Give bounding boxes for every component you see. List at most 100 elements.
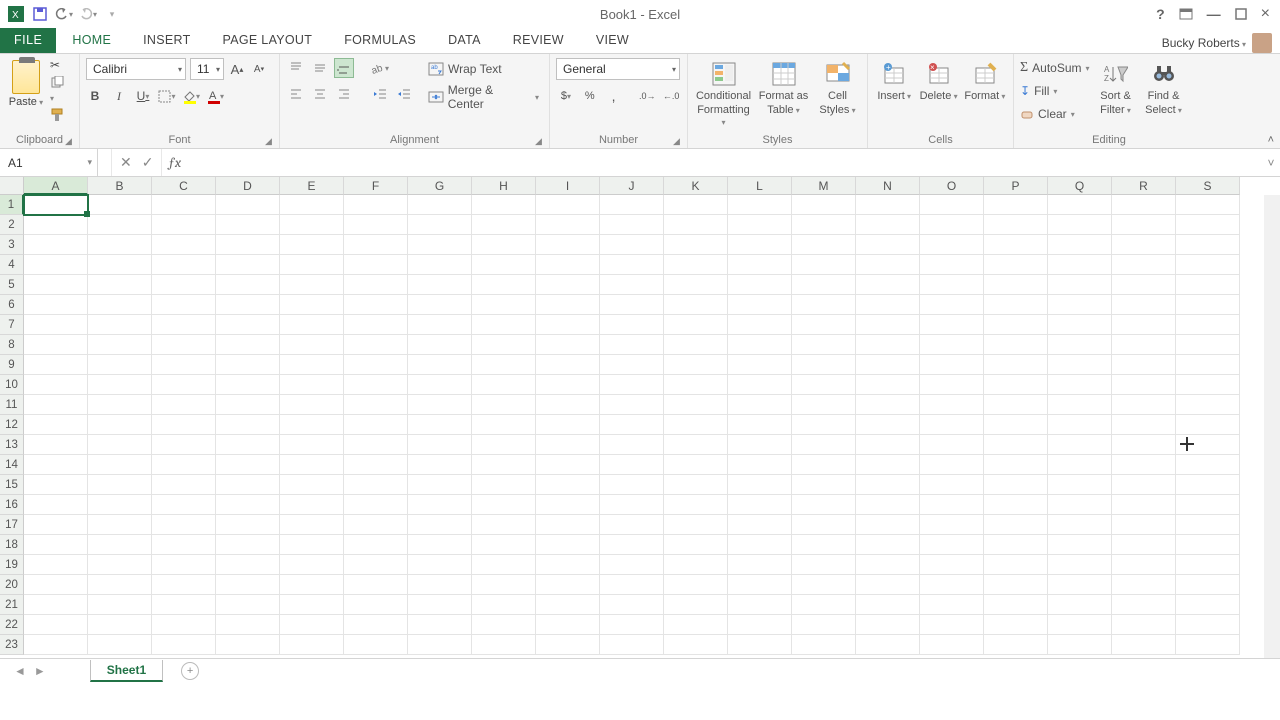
cell[interactable] [600, 315, 664, 335]
cell[interactable] [664, 635, 728, 655]
cell[interactable] [472, 535, 536, 555]
cell[interactable] [88, 635, 152, 655]
cell[interactable] [792, 495, 856, 515]
maximize-button[interactable] [1235, 8, 1247, 20]
cell[interactable] [792, 455, 856, 475]
cell[interactable] [280, 355, 344, 375]
cell[interactable] [792, 355, 856, 375]
percent-format-icon[interactable]: % [580, 86, 600, 106]
cell[interactable] [920, 255, 984, 275]
cell[interactable] [1048, 415, 1112, 435]
cell[interactable] [600, 575, 664, 595]
format-cells-button[interactable]: Format [963, 58, 1007, 102]
cell[interactable] [536, 375, 600, 395]
cell[interactable] [152, 295, 216, 315]
cell[interactable] [920, 515, 984, 535]
tab-formulas[interactable]: FORMULAS [328, 27, 432, 53]
row-header[interactable]: 4 [0, 255, 24, 275]
cell[interactable] [728, 235, 792, 255]
cell[interactable] [792, 315, 856, 335]
cell[interactable] [152, 475, 216, 495]
cell[interactable] [280, 235, 344, 255]
cell[interactable] [280, 595, 344, 615]
insert-cells-button[interactable]: + Insert [874, 58, 914, 102]
cell[interactable] [1048, 215, 1112, 235]
cell[interactable] [472, 315, 536, 335]
cell[interactable] [920, 475, 984, 495]
cell[interactable] [216, 475, 280, 495]
cell[interactable] [472, 635, 536, 655]
bold-button[interactable]: B [86, 86, 104, 106]
cell[interactable] [1112, 615, 1176, 635]
cell[interactable] [1048, 615, 1112, 635]
cell[interactable] [88, 455, 152, 475]
cell[interactable] [984, 635, 1048, 655]
cell[interactable] [216, 295, 280, 315]
cell[interactable] [856, 615, 920, 635]
cell[interactable] [728, 355, 792, 375]
cell[interactable] [1176, 395, 1240, 415]
col-header[interactable]: I [536, 177, 600, 195]
cell[interactable] [152, 495, 216, 515]
cell[interactable] [280, 555, 344, 575]
redo-button[interactable] [78, 4, 98, 24]
cell[interactable] [344, 435, 408, 455]
file-tab[interactable]: FILE [0, 27, 56, 53]
cell[interactable] [344, 395, 408, 415]
cell[interactable] [792, 555, 856, 575]
increase-font-icon[interactable]: A▴ [228, 59, 246, 79]
cell[interactable] [152, 395, 216, 415]
col-header[interactable]: P [984, 177, 1048, 195]
cell[interactable] [152, 515, 216, 535]
cell[interactable] [856, 535, 920, 555]
cell[interactable] [472, 195, 536, 215]
cell[interactable] [152, 635, 216, 655]
cell[interactable] [984, 555, 1048, 575]
tab-insert[interactable]: INSERT [127, 27, 206, 53]
cell[interactable] [1048, 355, 1112, 375]
font-color-button[interactable]: A [206, 86, 224, 106]
cell[interactable] [152, 315, 216, 335]
cell[interactable] [728, 195, 792, 215]
cell[interactable] [1176, 435, 1240, 455]
cell[interactable] [728, 475, 792, 495]
cell[interactable] [216, 535, 280, 555]
cell[interactable] [1112, 275, 1176, 295]
cell[interactable] [472, 235, 536, 255]
cell[interactable] [728, 535, 792, 555]
cell[interactable] [1112, 415, 1176, 435]
col-header[interactable]: A [24, 177, 88, 195]
cell[interactable] [1176, 235, 1240, 255]
cell[interactable] [1048, 635, 1112, 655]
cell[interactable] [664, 235, 728, 255]
cell[interactable] [536, 335, 600, 355]
cell[interactable] [600, 555, 664, 575]
orientation-icon[interactable]: ab [370, 58, 390, 78]
sort-filter-button[interactable]: AZ Sort & Filter [1094, 58, 1138, 116]
cell[interactable] [24, 375, 88, 395]
comma-format-icon[interactable]: , [604, 86, 624, 106]
cell[interactable] [88, 415, 152, 435]
cell[interactable] [1176, 475, 1240, 495]
cell[interactable] [88, 195, 152, 215]
cell[interactable] [792, 295, 856, 315]
cell[interactable] [24, 275, 88, 295]
cell[interactable] [600, 535, 664, 555]
number-dialog-launcher[interactable]: ◢ [673, 136, 683, 146]
fx-icon[interactable]: ƒx [162, 149, 187, 176]
col-header[interactable]: D [216, 177, 280, 195]
cell[interactable] [1112, 395, 1176, 415]
cell[interactable] [856, 255, 920, 275]
tab-home[interactable]: HOME [56, 27, 127, 53]
cell[interactable] [600, 355, 664, 375]
cell[interactable] [600, 635, 664, 655]
font-size-combo[interactable]: 11 [190, 58, 224, 80]
cell[interactable] [24, 255, 88, 275]
cell[interactable] [1048, 235, 1112, 255]
cell[interactable] [24, 235, 88, 255]
cell[interactable] [664, 535, 728, 555]
cell[interactable] [1176, 355, 1240, 375]
cell[interactable] [920, 435, 984, 455]
cell[interactable] [344, 615, 408, 635]
cell[interactable] [24, 555, 88, 575]
